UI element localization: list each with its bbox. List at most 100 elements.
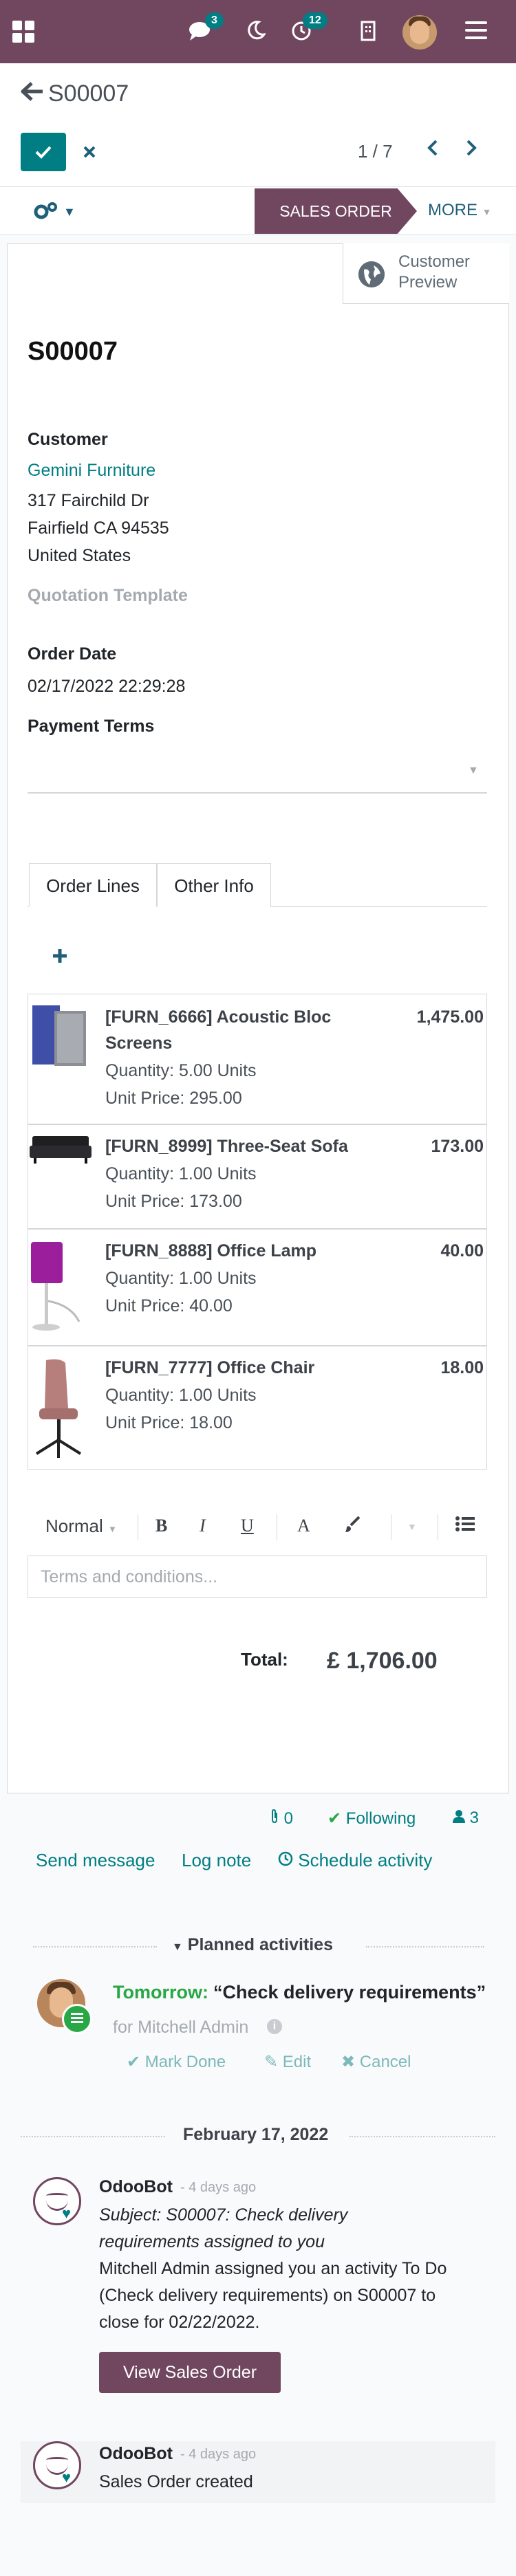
customer-preview-label: Customer Preview bbox=[398, 252, 471, 292]
line-subtotal: 40.00 bbox=[440, 1241, 484, 1260]
mark-done-button[interactable]: ✔ Mark Done bbox=[127, 2052, 226, 2072]
chevron-down-icon: ▼ bbox=[108, 1524, 117, 1534]
app-grid-icon[interactable] bbox=[12, 21, 34, 47]
font-color-button[interactable]: A bbox=[297, 1516, 310, 1536]
paperclip-icon bbox=[270, 1809, 284, 1828]
separator-line bbox=[366, 1946, 484, 1947]
line-unit-price: Unit Price: 18.00 bbox=[105, 1413, 233, 1432]
breadcrumb[interactable]: S00007 bbox=[48, 80, 129, 107]
message-date: - 4 days ago bbox=[180, 2180, 257, 2195]
order-date-value[interactable]: 02/17/2022 22:29:28 bbox=[28, 677, 185, 697]
followers-button[interactable]: 3 bbox=[453, 1809, 479, 1828]
edit-activity-button[interactable]: ✎ Edit bbox=[264, 2052, 311, 2072]
user-avatar[interactable] bbox=[402, 15, 437, 50]
underline-button[interactable]: U bbox=[241, 1516, 254, 1536]
terms-placeholder: Terms and conditions... bbox=[41, 1567, 218, 1586]
terms-conditions-input[interactable]: Terms and conditions... bbox=[28, 1556, 487, 1598]
order-line-row[interactable]: [FURN_6666] Acoustic Bloc Screens 1,475.… bbox=[28, 994, 487, 1124]
order-line-row[interactable]: [FURN_7777] Office Chair 18.00 Quantity:… bbox=[28, 1346, 487, 1470]
message-subject: requirements assigned to you bbox=[99, 2232, 325, 2251]
schedule-activity-label: Schedule activity bbox=[298, 1850, 433, 1870]
paint-brush-icon[interactable] bbox=[344, 1516, 362, 1538]
tab-other-info[interactable]: Other Info bbox=[157, 863, 271, 907]
customer-preview-button[interactable]: Customer Preview bbox=[343, 243, 509, 304]
line-subtotal: 1,475.00 bbox=[416, 1007, 484, 1027]
message-body: Mitchell Admin assigned you an activity … bbox=[99, 2259, 447, 2278]
followers-count: 3 bbox=[469, 1809, 480, 1827]
address-line-2: Fairfield CA 94535 bbox=[28, 519, 169, 538]
gears-actions-icon[interactable] bbox=[33, 201, 59, 226]
order-date-label: Order Date bbox=[28, 644, 117, 664]
stage-sales-order[interactable]: SALES ORDER bbox=[255, 188, 417, 234]
line-product-name: [FURN_8888] Office Lamp bbox=[105, 1241, 317, 1260]
paragraph-style-label: Normal bbox=[45, 1516, 103, 1536]
user-icon bbox=[453, 1809, 470, 1827]
paragraph-style-dropdown[interactable]: Normal ▼ bbox=[45, 1516, 117, 1537]
add-line-plus-icon[interactable] bbox=[52, 941, 67, 970]
quotation-template-field[interactable]: Quotation Template bbox=[28, 586, 188, 606]
separator-line bbox=[350, 2136, 495, 2137]
message-body: (Check delivery requirements) on S00007 … bbox=[99, 2286, 436, 2305]
save-button[interactable] bbox=[21, 133, 66, 171]
separator-line bbox=[21, 2136, 165, 2137]
pager-previous-icon[interactable] bbox=[427, 136, 439, 163]
message-date: - 4 days ago bbox=[180, 2447, 257, 2462]
send-message-button[interactable]: Send message bbox=[36, 1850, 155, 1871]
tab-order-lines[interactable]: Order Lines bbox=[29, 863, 157, 907]
view-sales-order-button[interactable]: View Sales Order bbox=[99, 2352, 281, 2393]
line-product-name: [FURN_7777] Office Chair bbox=[105, 1358, 315, 1377]
lamp-icon bbox=[30, 1239, 92, 1339]
info-icon[interactable]: i bbox=[267, 2019, 282, 2034]
back-arrow-icon[interactable] bbox=[21, 81, 44, 108]
cancel-label: Cancel bbox=[359, 2053, 411, 2071]
bold-button[interactable]: B bbox=[155, 1516, 167, 1536]
activity-due: Tomorrow: bbox=[113, 1982, 208, 2002]
separator-line bbox=[33, 1946, 157, 1947]
following-button[interactable]: ✔ Following bbox=[327, 1809, 416, 1829]
line-unit-price: Unit Price: 295.00 bbox=[105, 1089, 242, 1108]
gears-caret-icon[interactable]: ▼ bbox=[63, 205, 76, 219]
pencil-icon: ✎ bbox=[264, 2053, 279, 2071]
message-author: OdooBot bbox=[99, 2177, 173, 2196]
company-building-icon[interactable] bbox=[361, 21, 376, 45]
message-body: Sales Order created bbox=[99, 2472, 253, 2491]
attachments-button[interactable]: 0 bbox=[270, 1809, 293, 1829]
order-line-row[interactable]: [FURN_8999] Three-Seat Sofa 173.00 Quant… bbox=[28, 1124, 487, 1229]
pager-next-icon[interactable] bbox=[465, 136, 477, 163]
schedule-activity-button[interactable]: Schedule activity bbox=[278, 1850, 432, 1871]
caret-down-icon: ▼ bbox=[172, 1941, 183, 1953]
dark-mode-moon-icon[interactable] bbox=[246, 21, 267, 44]
sofa-icon bbox=[30, 1132, 92, 1170]
bullet-list-icon[interactable] bbox=[455, 1516, 475, 1537]
odoobot-avatar bbox=[33, 2177, 81, 2225]
check-icon: ✔ bbox=[327, 1809, 342, 1828]
attachments-count: 0 bbox=[283, 1809, 294, 1828]
address-line-3: United States bbox=[28, 546, 131, 565]
cancel-activity-button[interactable]: ✖ Cancel bbox=[341, 2052, 411, 2072]
line-quantity: Quantity: 5.00 Units bbox=[105, 1061, 257, 1080]
hamburger-menu-icon[interactable] bbox=[465, 21, 487, 44]
italic-button[interactable]: I bbox=[200, 1516, 206, 1536]
chevron-down-icon[interactable]: ▼ bbox=[407, 1521, 417, 1532]
planned-activities-toggle[interactable]: ▼ Planned activities bbox=[172, 1935, 333, 1955]
log-note-button[interactable]: Log note bbox=[182, 1850, 251, 1871]
line-product-name: [FURN_6666] Acoustic Bloc Screens bbox=[105, 1007, 332, 1053]
order-line-row[interactable]: [FURN_8888] Office Lamp 40.00 Quantity: … bbox=[28, 1229, 487, 1346]
payment-terms-select[interactable] bbox=[28, 792, 487, 794]
customer-link[interactable]: Gemini Furniture bbox=[28, 461, 155, 481]
discard-button[interactable] bbox=[83, 142, 96, 164]
close-icon: ✖ bbox=[341, 2053, 356, 2071]
line-quantity: Quantity: 1.00 Units bbox=[105, 1269, 257, 1288]
top-navbar: 3 12 bbox=[0, 0, 516, 63]
pager-value[interactable]: 1 / 7 bbox=[358, 141, 393, 162]
acoustic-screen-icon bbox=[30, 1004, 90, 1071]
message-subject: Subject: S00007: Check delivery bbox=[99, 2205, 348, 2225]
chevron-down-icon[interactable]: ▼ bbox=[468, 765, 479, 777]
stage-more-label: MORE bbox=[428, 201, 477, 219]
activity-assignee: for Mitchell Admin bbox=[113, 2018, 249, 2037]
stage-more-dropdown[interactable]: MORE ▼ bbox=[428, 201, 492, 220]
message-body: close for 02/22/2022. bbox=[99, 2313, 260, 2332]
editor-toolbar: Normal ▼ B I U A ▼ bbox=[28, 1506, 487, 1549]
customer-label: Customer bbox=[28, 430, 108, 449]
heart-icon: ♥ bbox=[62, 2469, 72, 2486]
